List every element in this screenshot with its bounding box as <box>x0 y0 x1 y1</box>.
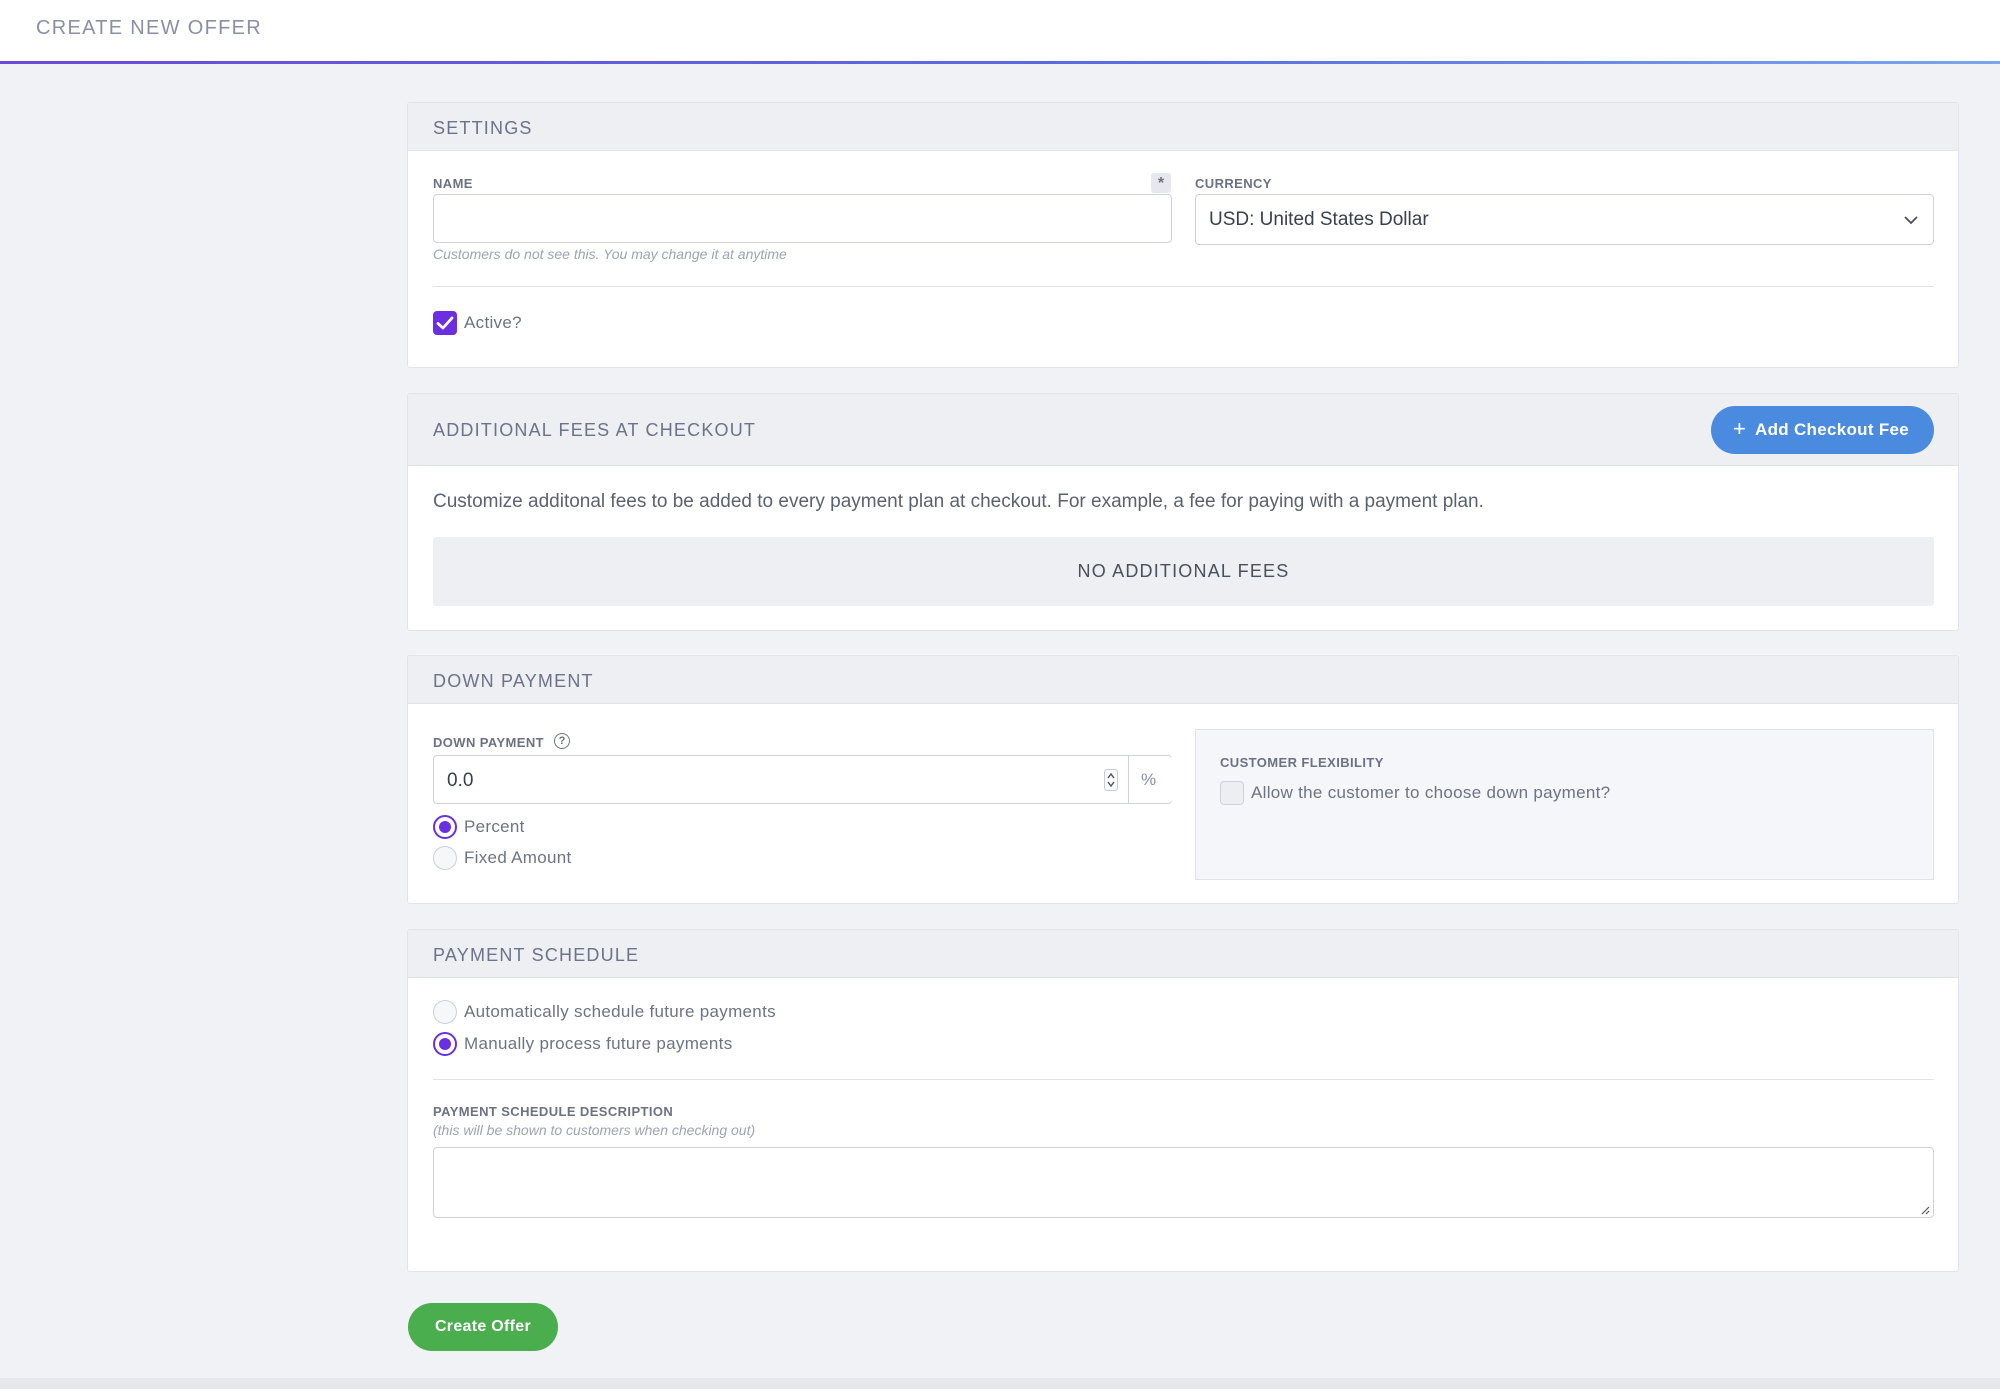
down-payment-header: DOWN PAYMENT <box>408 656 1958 704</box>
manual-process-label[interactable]: Manually process future payments <box>464 1034 733 1054</box>
header-accent-line <box>0 61 2000 64</box>
name-label: NAME <box>433 176 473 191</box>
auto-schedule-label[interactable]: Automatically schedule future payments <box>464 1002 776 1022</box>
percent-radio[interactable] <box>433 815 457 839</box>
currency-label: CURRENCY <box>1195 176 1272 191</box>
check-icon <box>436 316 454 330</box>
plus-icon: + <box>1733 416 1747 441</box>
name-hint: Customers do not see this. You may chang… <box>433 246 787 262</box>
down-payment-input[interactable]: 0.0 % <box>433 755 1172 804</box>
percent-unit: % <box>1141 770 1157 789</box>
create-offer-button[interactable]: Create Offer <box>408 1303 558 1351</box>
chevron-down-icon <box>1904 216 1918 225</box>
auto-schedule-radio[interactable] <box>433 1000 457 1024</box>
settings-panel: SETTINGS NAME * Customers do not see thi… <box>407 102 1959 368</box>
settings-divider <box>433 286 1934 287</box>
percent-label[interactable]: Percent <box>464 817 525 837</box>
percent-addon: % <box>1128 756 1172 803</box>
resize-handle-icon[interactable] <box>1920 1205 1930 1215</box>
schedule-description-hint: (this will be shown to customers when ch… <box>433 1122 756 1138</box>
schedule-description-textarea[interactable] <box>433 1147 1934 1218</box>
customer-flexibility-box: CUSTOMER FLEXIBILITY Allow the customer … <box>1195 729 1934 880</box>
top-bar: CREATE NEW OFFER <box>0 0 2000 64</box>
page-bottom-strip <box>0 1378 2000 1389</box>
currency-value: USD: United States Dollar <box>1209 209 1429 230</box>
customer-flexibility-title: CUSTOMER FLEXIBILITY <box>1220 755 1384 770</box>
flexibility-checkbox[interactable] <box>1220 781 1244 805</box>
payment-schedule-header: PAYMENT SCHEDULE <box>408 930 1958 978</box>
schedule-divider <box>433 1079 1934 1080</box>
down-payment-panel: DOWN PAYMENT DOWN PAYMENT ? 0.0 % Percen… <box>407 655 1959 904</box>
currency-select[interactable]: USD: United States Dollar <box>1195 194 1934 245</box>
settings-title: SETTINGS <box>433 118 533 138</box>
down-payment-value: 0.0 <box>447 770 474 791</box>
name-input[interactable] <box>433 194 1172 243</box>
manual-process-radio[interactable] <box>433 1032 457 1056</box>
payment-schedule-panel: PAYMENT SCHEDULE Automatically schedule … <box>407 929 1959 1272</box>
payment-schedule-title: PAYMENT SCHEDULE <box>433 945 640 965</box>
create-offer-label: Create Offer <box>434 1318 532 1335</box>
add-checkout-fee-label: Add Checkout Fee <box>1755 420 1910 439</box>
settings-header: SETTINGS <box>408 103 1958 151</box>
schedule-description-label: PAYMENT SCHEDULE DESCRIPTION <box>433 1104 674 1119</box>
no-fees-text: NO ADDITIONAL FEES <box>1077 561 1290 581</box>
active-checkbox[interactable] <box>433 311 457 335</box>
fees-description: Customize additonal fees to be added to … <box>433 491 1484 512</box>
required-marker: * <box>1151 173 1171 193</box>
fees-title: ADDITIONAL FEES AT CHECKOUT <box>433 420 757 440</box>
fixed-amount-radio[interactable] <box>433 846 457 870</box>
fees-panel: ADDITIONAL FEES AT CHECKOUT + Add Checko… <box>407 393 1959 631</box>
active-label[interactable]: Active? <box>464 313 522 333</box>
no-fees-box: NO ADDITIONAL FEES <box>433 537 1934 606</box>
page-title: CREATE NEW OFFER <box>36 17 262 39</box>
down-payment-label: DOWN PAYMENT <box>433 735 544 750</box>
stepper-arrows-icon <box>1107 772 1115 788</box>
down-payment-title: DOWN PAYMENT <box>433 671 594 691</box>
number-stepper[interactable] <box>1104 769 1118 791</box>
help-icon[interactable]: ? <box>554 733 570 749</box>
add-checkout-fee-button[interactable]: + Add Checkout Fee <box>1711 406 1934 454</box>
fixed-amount-label[interactable]: Fixed Amount <box>464 848 572 868</box>
flexibility-label[interactable]: Allow the customer to choose down paymen… <box>1251 783 1610 803</box>
fees-header: ADDITIONAL FEES AT CHECKOUT + Add Checko… <box>408 394 1958 466</box>
